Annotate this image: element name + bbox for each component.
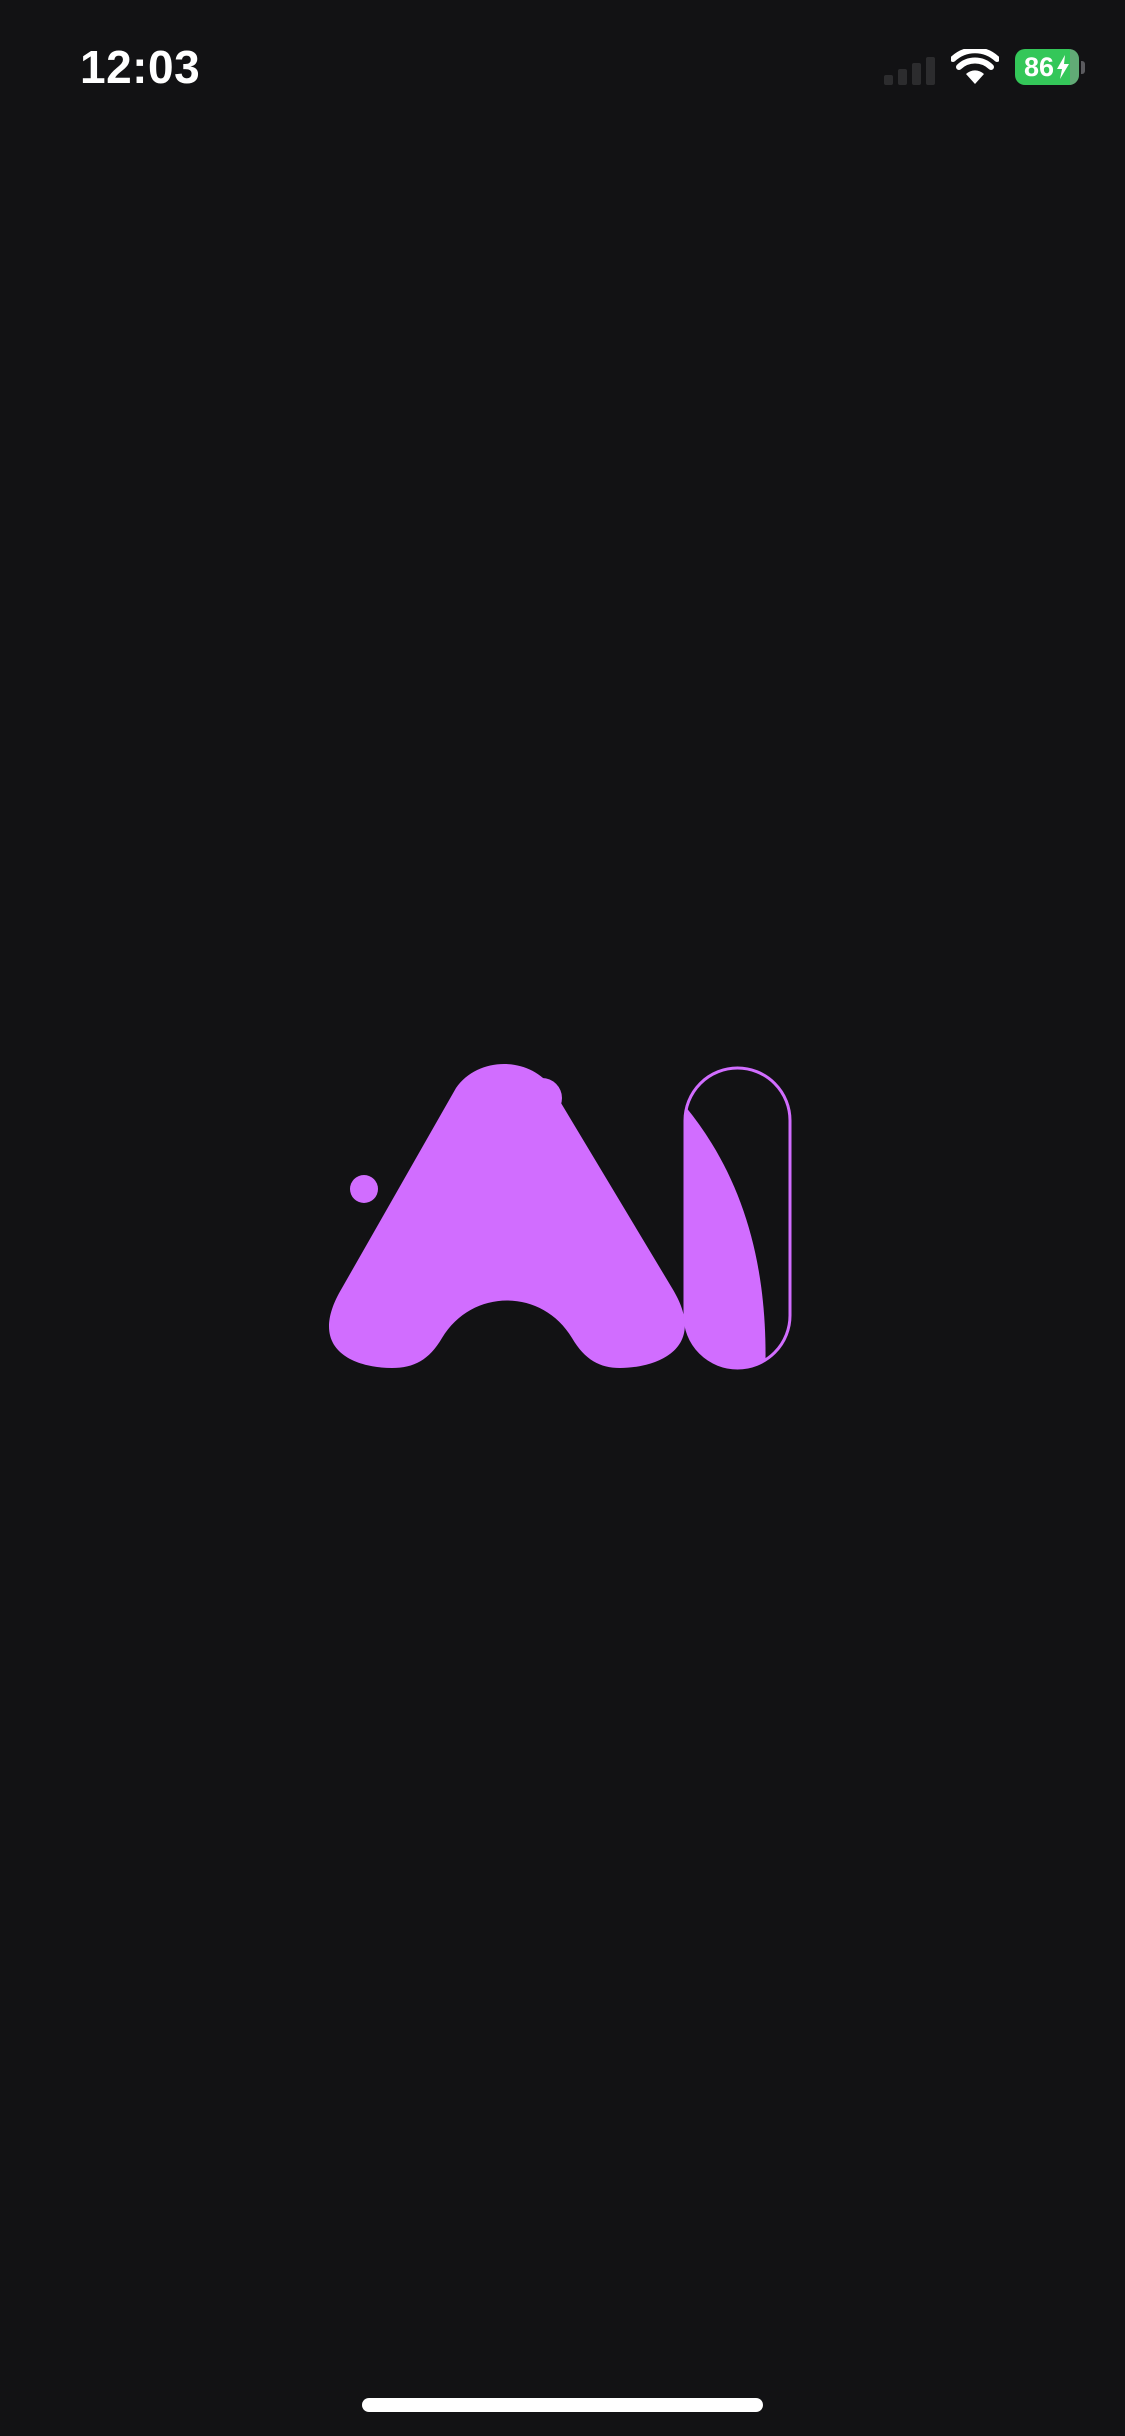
charging-bolt-icon [1056, 55, 1070, 79]
splash-screen: 12:03 86 [0, 0, 1125, 2436]
status-time: 12:03 [80, 41, 201, 93]
status-icons: 86 [884, 44, 1085, 90]
battery-body: 86 [1015, 49, 1079, 85]
status-bar: 12:03 86 [0, 0, 1125, 132]
battery-level: 86 [1023, 51, 1055, 82]
battery-cap [1081, 60, 1085, 74]
logo-dot [350, 1175, 378, 1203]
home-indicator[interactable] [362, 2398, 763, 2412]
app-logo [320, 1050, 810, 1380]
wifi-icon [951, 49, 999, 85]
battery-empty-segment [1070, 49, 1079, 85]
cellular-signal-icon [884, 49, 935, 85]
logo-letter-a [328, 1064, 685, 1368]
battery-icon: 86 [1015, 49, 1085, 85]
